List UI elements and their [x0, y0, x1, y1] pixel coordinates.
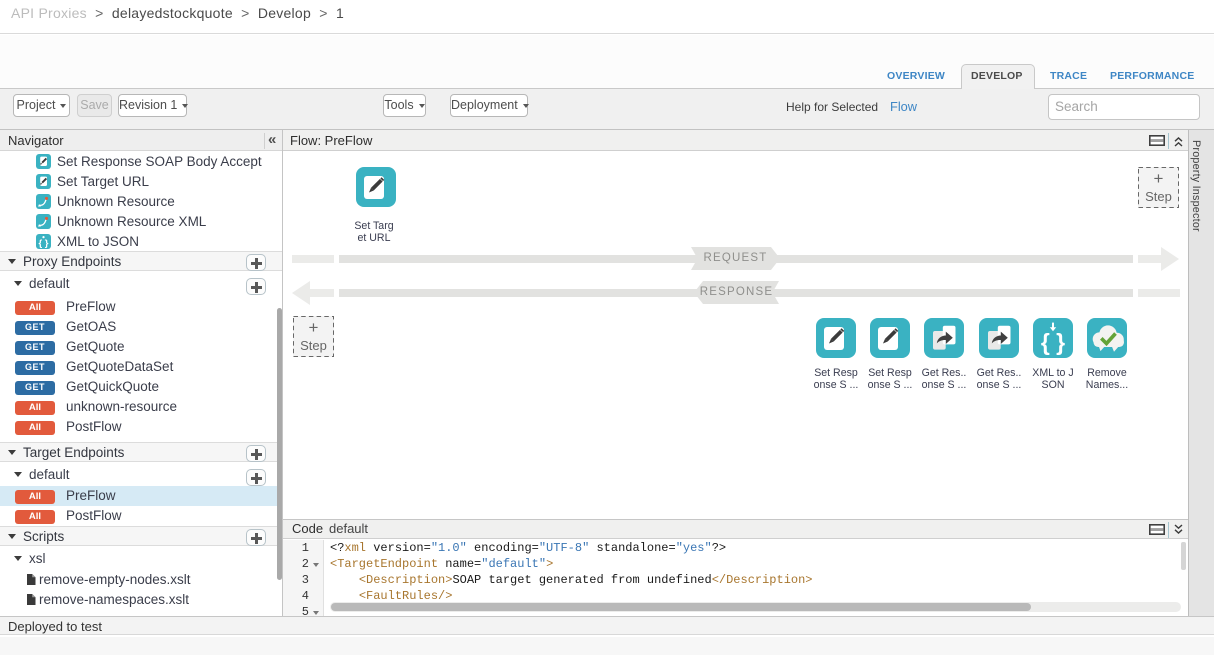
svg-text:{ }: { } [1041, 329, 1065, 355]
svg-text:{ }: { } [38, 238, 48, 249]
